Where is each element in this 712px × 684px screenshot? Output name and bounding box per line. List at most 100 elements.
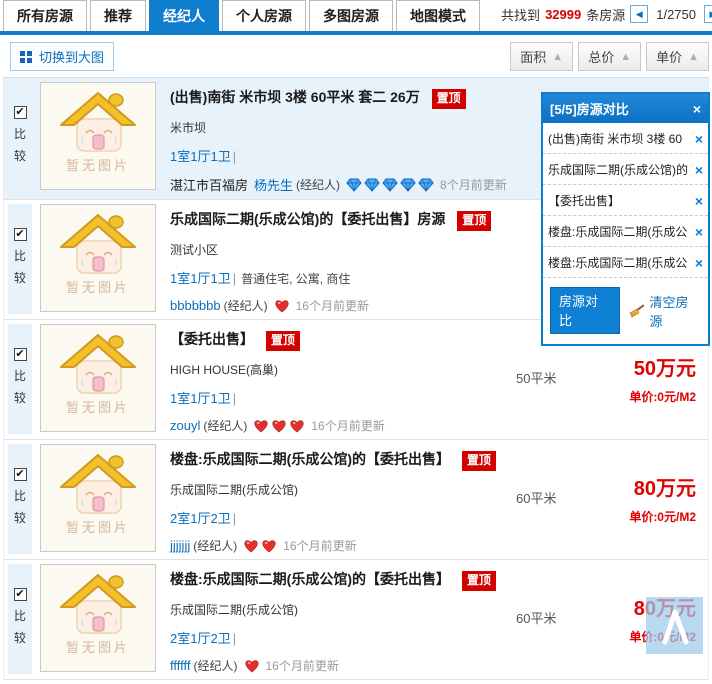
no-image-label: 暂无图片 — [66, 637, 130, 656]
listing-photo-placeholder[interactable]: 暂无图片 — [40, 444, 156, 552]
agent-link[interactable]: zouyl — [170, 418, 200, 433]
agent-link[interactable]: 杨先生 — [254, 175, 293, 194]
credit-icons — [346, 178, 434, 192]
compare-panel-title: [5/5]房源对比 — [550, 99, 629, 118]
listing-photo-placeholder[interactable]: 暂无图片 — [40, 564, 156, 672]
tab-item[interactable]: 个人房源 — [222, 0, 306, 31]
listing-title[interactable]: 楼盘:乐成国际二期(乐成公馆)的【委托出售】 — [170, 571, 450, 587]
tab-item[interactable]: 经纪人 — [149, 0, 219, 31]
listing-title[interactable]: (出售)南街 米市坝 3楼 60平米 套二 26万 — [170, 89, 420, 105]
compare-checkbox-group: ✔ 比较 — [8, 204, 32, 314]
no-image-label: 暂无图片 — [66, 277, 130, 296]
compare-checkbox[interactable]: ✔ — [14, 468, 27, 481]
compare-checkbox-group: ✔ 比较 — [8, 324, 32, 434]
listing-title[interactable]: 【委托出售】 — [170, 331, 254, 347]
results-suffix: 条房源 — [586, 5, 625, 24]
sort-total-price-button[interactable]: 总价▲ — [578, 42, 641, 71]
sort-area-label: 面积 — [520, 47, 546, 66]
listing-photo-placeholder[interactable]: 暂无图片 — [40, 324, 156, 432]
listing-community: 米市坝 — [170, 119, 580, 136]
compare-panel-item: 乐成国际二期(乐成公馆)的 × — [543, 154, 708, 185]
listing-layout-line: 2室1厅2卫| — [170, 628, 516, 647]
next-page-button[interactable]: ▶ — [704, 5, 712, 23]
compare-checkbox[interactable]: ✔ — [14, 588, 27, 601]
toolbar: 切换到大图 面积▲ 总价▲ 单价▲ — [0, 35, 712, 77]
compare-panel-item: 【委托出售】 × — [543, 185, 708, 216]
agent-role-label: (经纪人) — [194, 657, 238, 674]
listing-community: 乐成国际二期(乐成公馆) — [170, 481, 516, 498]
compare-item-remove-icon[interactable]: × — [695, 255, 703, 271]
listing-photo-placeholder[interactable]: 暂无图片 — [40, 204, 156, 312]
agent-line: 湛江市百福房 杨先生 (经纪人) 8个月前更新 — [170, 175, 580, 194]
listing-rooms[interactable]: 2室1厅2卫 — [170, 631, 231, 646]
listing-community: 乐成国际二期(乐成公馆) — [170, 601, 516, 618]
listing-layout-line: 2室1厅2卫| — [170, 508, 516, 527]
compare-item-title: (出售)南街 米市坝 3楼 60 — [548, 130, 682, 147]
compare-panel-items: (出售)南街 米市坝 3楼 60 × 乐成国际二期(乐成公馆)的 × 【委托出售… — [543, 123, 708, 278]
broom-icon — [629, 304, 645, 318]
compare-submit-button[interactable]: 房源对比 — [550, 287, 620, 334]
listing-row: ✔ 比较 暂无图片 楼盘:乐成国际二期(乐成公馆)的【委托出售】 置顶 乐成国际… — [4, 560, 708, 680]
no-image-label: 暂无图片 — [66, 397, 130, 416]
agent-line: bbbbbbb (经纪人) 16个月前更新 — [170, 297, 580, 314]
compare-checkbox[interactable]: ✔ — [14, 228, 27, 241]
switch-to-big-image-button[interactable]: 切换到大图 — [10, 42, 114, 71]
listing-property-types: 普通住宅, 公寓, 商住 — [241, 272, 350, 286]
no-image-house-icon — [59, 91, 137, 153]
agent-role-label: (经纪人) — [296, 176, 340, 193]
tab-item[interactable]: 地图模式 — [396, 0, 480, 31]
listing-info: 乐成国际二期(乐成公馆)的【委托出售】房源 置顶 测试小区 1室1厅1卫|普通住… — [156, 204, 580, 314]
pinned-badge: 置顶 — [432, 89, 466, 109]
sort-unit-price-button[interactable]: 单价▲ — [646, 42, 709, 71]
prev-page-button[interactable]: ◀ — [630, 5, 648, 23]
updated-time: 16个月前更新 — [311, 417, 384, 434]
results-prefix: 共找到 — [501, 5, 540, 24]
compare-item-remove-icon[interactable]: × — [695, 224, 703, 240]
listing-title[interactable]: 乐成国际二期(乐成公馆)的【委托出售】房源 — [170, 211, 445, 227]
agent-line: zouyl (经纪人) 16个月前更新 — [170, 417, 516, 434]
compare-panel-header: [5/5]房源对比 × — [543, 94, 708, 123]
compare-checkbox[interactable]: ✔ — [14, 348, 27, 361]
sort-buttons: 面积▲ 总价▲ 单价▲ — [510, 42, 709, 71]
compare-label: 比较 — [14, 124, 27, 167]
agent-link[interactable]: bbbbbbb — [170, 298, 221, 313]
listing-price-group: 80万元 单价:0元/M2 — [580, 444, 708, 525]
no-image-label: 暂无图片 — [66, 155, 130, 174]
listing-rooms[interactable]: 2室1厅2卫 — [170, 511, 231, 526]
listing-title[interactable]: 楼盘:乐成国际二期(乐成公馆)的【委托出售】 — [170, 451, 450, 467]
page: 所有房源推荐经纪人个人房源多图房源地图模式 共找到32999条房源 ◀ 1/27… — [0, 0, 712, 684]
listing-rooms[interactable]: 1室1厅1卫 — [170, 391, 231, 406]
clear-listings-link[interactable]: 清空房源 — [629, 292, 701, 330]
agent-role-label: (经纪人) — [193, 537, 237, 554]
back-to-top-button[interactable] — [646, 597, 703, 654]
sort-area-button[interactable]: 面积▲ — [510, 42, 573, 71]
compare-panel-item: 楼盘:乐成国际二期(乐成公 × — [543, 216, 708, 247]
updated-time: 16个月前更新 — [266, 657, 339, 674]
listing-photo-placeholder[interactable]: 暂无图片 — [40, 82, 156, 190]
agent-link[interactable]: ffffff — [170, 658, 191, 673]
compare-item-remove-icon[interactable]: × — [695, 162, 703, 178]
results-count: 32999 — [545, 7, 581, 22]
panel-close-icon[interactable]: × — [693, 103, 701, 115]
compare-checkbox[interactable]: ✔ — [14, 106, 27, 119]
listing-info: 【委托出售】 置顶 HIGH HOUSE(高巢) 1室1厅1卫| zouyl (… — [156, 324, 516, 434]
compare-item-remove-icon[interactable]: × — [695, 131, 703, 147]
grid-icon — [20, 51, 32, 63]
listing-unit-price: 单价:0元/M2 — [580, 388, 696, 405]
tab-item[interactable]: 推荐 — [90, 0, 146, 31]
compare-item-remove-icon[interactable]: × — [695, 193, 703, 209]
tab-bar: 所有房源推荐经纪人个人房源多图房源地图模式 共找到32999条房源 ◀ 1/27… — [0, 0, 712, 31]
person-up-icon — [655, 606, 695, 646]
separator-pipe: | — [233, 391, 236, 406]
compare-label: 比较 — [14, 246, 27, 289]
agent-link[interactable]: jjjjjjj — [170, 538, 190, 553]
updated-time: 16个月前更新 — [296, 297, 369, 314]
no-image-house-icon — [59, 213, 137, 275]
listing-rooms[interactable]: 1室1厅1卫 — [170, 271, 231, 286]
tab-item[interactable]: 所有房源 — [3, 0, 87, 31]
listing-rooms[interactable]: 1室1厅1卫 — [170, 149, 231, 164]
agent-role-label: (经纪人) — [224, 297, 268, 314]
tab-item[interactable]: 多图房源 — [309, 0, 393, 31]
listing-layout-line: 1室1厅1卫| — [170, 146, 580, 165]
listing-price: 80万元 — [580, 472, 696, 501]
